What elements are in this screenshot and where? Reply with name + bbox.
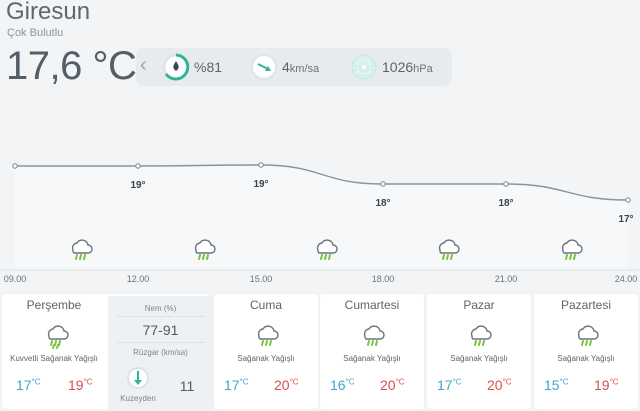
wind-speed: 4 (282, 59, 290, 75)
temperature-label: 17° (618, 214, 633, 225)
day-description: Kuvvetli Sağanak Yağışlı (10, 354, 98, 363)
rain-cloud-icon (47, 325, 69, 349)
wind-north-icon (127, 367, 149, 389)
low-unit: °C (452, 377, 462, 387)
humidity-range-label: Nem (%) (144, 304, 177, 313)
time-label: 09.00 (4, 274, 27, 284)
wind-metric: 4km/sa (250, 53, 319, 81)
day-low-temp: 17°C (224, 377, 249, 393)
time-label: 21.00 (495, 274, 518, 284)
current-condition: Çok Bulutlu (7, 27, 64, 39)
today-detail-panel: Nem (%) 77-91 Rüzgar (km/sa) Kuzeyden 11 (108, 296, 213, 411)
day-high-temp: 20°C (380, 377, 405, 393)
temperature-label: 19° (253, 179, 268, 190)
day-card[interactable]: Pazartesi Sağanak Yağışlı 15°C 19°C (534, 294, 638, 409)
wind-speed-value: 11 (179, 378, 195, 394)
high-unit: °C (289, 377, 299, 387)
temperature-label: 18° (375, 198, 390, 209)
rain-cloud-icon (470, 325, 492, 346)
day-name: Perşembe (26, 298, 82, 312)
humidity-gauge-icon (162, 53, 190, 81)
temperature-label: 19° (130, 180, 145, 191)
day-low-temp: 17°C (437, 377, 462, 393)
day-card[interactable]: Cumartesi Sağanak Yağışlı 16°C 20°C (320, 294, 424, 409)
high-unit: °C (83, 377, 93, 387)
pressure-unit: hPa (413, 63, 433, 75)
current-temperature: 17,6 °C (6, 44, 137, 88)
wind-direction-label: Kuzeyden (120, 394, 156, 403)
pressure-icon (351, 54, 377, 80)
low-value: 17 (437, 377, 453, 393)
wind-range-label: Rüzgar (km/sa) (133, 348, 188, 357)
low-unit: °C (559, 377, 569, 387)
temperature-label: 18° (498, 198, 513, 209)
temperature-point (380, 181, 386, 187)
low-unit: °C (31, 377, 41, 387)
day-high-temp: 19°C (68, 377, 93, 393)
rain-cloud-icon (363, 325, 385, 346)
daily-forecast: Perşembe Kuvvetli Sağanak Yağışlı 17°C 1… (0, 292, 640, 411)
rain-cloud-icon (577, 325, 599, 346)
day-description: Sağanak Yağışlı (557, 354, 615, 363)
time-label: 15.00 (250, 274, 273, 284)
time-label: 24.00 (615, 274, 638, 284)
low-value: 16 (330, 377, 346, 393)
low-value: 17 (16, 377, 32, 393)
high-value: 20 (274, 377, 290, 393)
temperature-point (135, 163, 141, 169)
wind-value: 4km/sa (282, 59, 319, 75)
pressure-metric: 1026hPa (350, 53, 433, 81)
low-unit: °C (345, 377, 355, 387)
day-high-temp: 19°C (594, 377, 619, 393)
day-card[interactable]: Pazar Sağanak Yağışlı 17°C 20°C (427, 294, 531, 409)
high-value: 20 (380, 377, 396, 393)
rain-cloud-icon (257, 325, 279, 346)
divider (116, 342, 205, 343)
temperature-point (503, 181, 509, 187)
humidity-range-value: 77-91 (142, 322, 179, 338)
chevron-left-icon[interactable]: ‹ (140, 54, 147, 77)
day-description: Sağanak Yağışlı (237, 354, 295, 363)
day-high-temp: 20°C (274, 377, 299, 393)
city-name: Giresun (6, 0, 91, 25)
temperature-point (625, 197, 631, 203)
divider (116, 316, 205, 317)
humidity-value: %81 (194, 59, 223, 75)
day-name: Pazartesi (560, 298, 612, 312)
pressure-value: 1026hPa (382, 59, 433, 75)
wind-unit: km/sa (289, 63, 320, 75)
high-unit: °C (395, 377, 405, 387)
day-description: Sağanak Yağışlı (343, 354, 401, 363)
day-card-today[interactable]: Perşembe Kuvvetli Sağanak Yağışlı 17°C 1… (2, 294, 213, 411)
day-name: Cuma (249, 298, 282, 312)
current-metrics-panel: ‹ %81 4km/sa 1026hPa (136, 48, 452, 86)
temperature-point (12, 163, 18, 169)
low-value: 17 (224, 377, 240, 393)
temperature-point (258, 162, 264, 168)
high-value: 19 (594, 377, 610, 393)
wind-direction-icon (251, 54, 277, 80)
high-value: 20 (487, 377, 503, 393)
humidity-metric: %81 (162, 53, 222, 81)
day-name: Pazar (463, 298, 495, 312)
day-card[interactable]: Cuma Sağanak Yağışlı 17°C 20°C (214, 294, 318, 409)
high-unit: °C (502, 377, 512, 387)
low-unit: °C (239, 377, 249, 387)
high-value: 19 (68, 377, 84, 393)
day-name: Cumartesi (344, 298, 400, 312)
day-low-temp: 15°C (544, 377, 569, 393)
day-low-temp: 16°C (330, 377, 355, 393)
hourly-forecast-chart: 09.00 19° 12.00 19° 15.00 18° 18.00 18° 21.00 17°… (0, 140, 640, 290)
day-description: Sağanak Yağışlı (450, 354, 508, 363)
day-low-temp: 17°C (16, 377, 41, 393)
hourly-temperature-chart: 09.00 19° 12.00 19° 15.00 18° 18.00 18° 21.00 17°… (0, 162, 640, 284)
time-label: 12.00 (127, 274, 150, 284)
high-unit: °C (609, 377, 619, 387)
day-high-temp: 20°C (487, 377, 512, 393)
low-value: 15 (544, 377, 560, 393)
time-label: 18.00 (372, 274, 395, 284)
pressure-number: 1026 (382, 59, 414, 75)
